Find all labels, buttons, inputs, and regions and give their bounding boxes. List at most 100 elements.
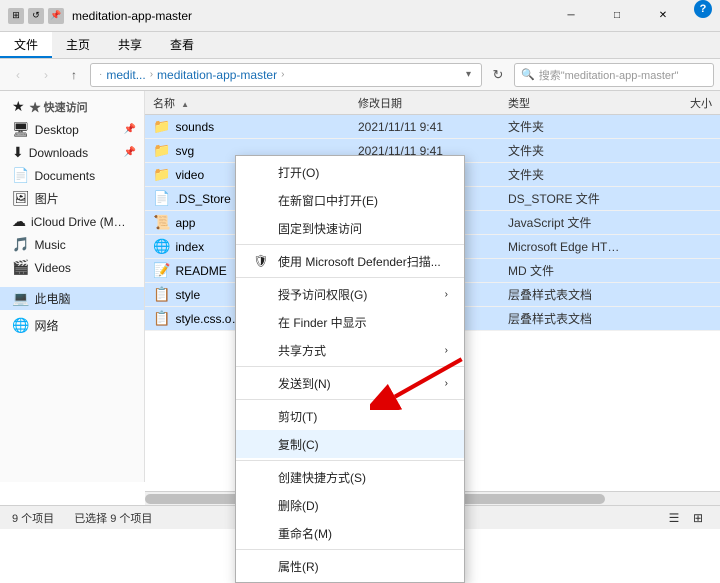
sidebar-item-network[interactable]: 🌐 网络 bbox=[0, 314, 144, 337]
col-date-header[interactable]: 修改日期 bbox=[350, 95, 500, 111]
file-type-video: 文件夹 bbox=[500, 166, 640, 183]
ctx-properties-label: 属性(R) bbox=[278, 558, 319, 575]
view-list-button[interactable]: ☰ bbox=[664, 508, 684, 528]
ctx-shortcut[interactable]: 创建快捷方式(S) bbox=[236, 463, 464, 491]
ctx-copy-label: 复制(C) bbox=[278, 436, 319, 453]
desktop-icon: 🖥 bbox=[12, 121, 30, 138]
sidebar-item-thispc[interactable]: 💻 此电脑 bbox=[0, 287, 144, 310]
ctx-pin[interactable]: 固定到快速访问 bbox=[236, 214, 464, 242]
table-row[interactable]: 📁 sounds 2021/11/11 9:41 文件夹 bbox=[145, 115, 720, 139]
ctx-open[interactable]: 打开(O) bbox=[236, 158, 464, 186]
help-icon[interactable]: ? bbox=[694, 0, 712, 18]
file-date-sounds: 2021/11/11 9:41 bbox=[350, 120, 500, 134]
ctx-shortcut-label: 创建快捷方式(S) bbox=[278, 469, 366, 486]
close-button[interactable]: ✕ bbox=[640, 0, 686, 32]
sidebar-label-desktop: Desktop bbox=[35, 123, 79, 137]
sidebar-item-documents[interactable]: 📄 Documents bbox=[0, 164, 144, 187]
sidebar-item-icloud[interactable]: ☁ iCloud Drive (M… bbox=[0, 210, 144, 233]
ctx-rename-label: 重命名(M) bbox=[278, 525, 332, 542]
ctx-open-new-label: 在新窗口中打开(E) bbox=[278, 192, 378, 209]
breadcrumb-sep-1: › bbox=[150, 69, 153, 80]
addressbar: ‹ › ↑ · medit... › meditation-app-master… bbox=[0, 59, 720, 91]
file-name-sounds: 📁 sounds bbox=[145, 118, 350, 135]
breadcrumb-sep-2: › bbox=[281, 69, 284, 80]
sidebar-item-pictures[interactable]: 🖼 图片 bbox=[0, 187, 144, 210]
ctx-finder[interactable]: 在 Finder 中显示 bbox=[236, 308, 464, 336]
sidebar-item-music[interactable]: 🎵 Music bbox=[0, 233, 144, 256]
col-name-header[interactable]: 名称 ▲ bbox=[145, 95, 350, 111]
sidebar-item-desktop[interactable]: 🖥 Desktop 📌 bbox=[0, 118, 144, 141]
breadcrumb-item-master[interactable]: meditation-app-master bbox=[157, 68, 277, 82]
access-arrow-icon: › bbox=[445, 289, 448, 300]
sidebar-label-music: Music bbox=[34, 238, 65, 252]
rename-icon bbox=[252, 524, 270, 542]
sidebar-label-network: 网络 bbox=[34, 317, 58, 334]
css-icon-2: 📋 bbox=[153, 310, 170, 327]
ribbon-tabs: 文件 主页 共享 查看 bbox=[0, 32, 720, 58]
star-icon: ★ bbox=[12, 98, 25, 115]
ctx-open-label: 打开(O) bbox=[278, 164, 319, 181]
file-type-svg: 文件夹 bbox=[500, 142, 640, 159]
md-icon: 📝 bbox=[153, 262, 170, 279]
downloads-icon: ⬇ bbox=[12, 144, 24, 161]
address-dropdown-icon[interactable]: ▾ bbox=[462, 69, 475, 80]
ctx-delete[interactable]: 删除(D) bbox=[236, 491, 464, 519]
pictures-icon: 🖼 bbox=[12, 190, 30, 207]
minimize-button[interactable]: ─ bbox=[548, 0, 594, 32]
documents-icon: 📄 bbox=[12, 167, 29, 184]
col-size-header[interactable]: 大小 bbox=[640, 95, 720, 111]
pin-icon: 📌 bbox=[48, 8, 64, 24]
quick-access-label: ★ 快速访问 bbox=[30, 99, 88, 115]
pin-icon-desktop: 📌 bbox=[124, 124, 136, 135]
quick-access-icon: ↺ bbox=[28, 8, 44, 24]
address-box[interactable]: · medit... › meditation-app-master › ▾ bbox=[90, 63, 482, 87]
js-icon: 📜 bbox=[153, 214, 170, 231]
sidebar-label-icloud: iCloud Drive (M… bbox=[31, 215, 126, 229]
search-icon: 🔍 bbox=[521, 68, 535, 81]
ctx-properties[interactable]: 属性(R) bbox=[236, 552, 464, 580]
sidebar-label-downloads: Downloads bbox=[29, 146, 88, 160]
folder-icon: 📁 bbox=[153, 142, 170, 159]
view-grid-button[interactable]: ⊞ bbox=[688, 508, 708, 528]
open-new-icon bbox=[252, 191, 270, 209]
ctx-finder-label: 在 Finder 中显示 bbox=[278, 314, 367, 331]
tab-share[interactable]: 共享 bbox=[104, 32, 156, 58]
music-icon: 🎵 bbox=[12, 236, 29, 253]
ctx-rename[interactable]: 重命名(M) bbox=[236, 519, 464, 547]
refresh-button[interactable]: ↻ bbox=[486, 63, 510, 87]
cut-icon bbox=[252, 407, 270, 425]
nav-forward-button[interactable]: › bbox=[34, 63, 58, 87]
sidebar-item-quick-access: ★ ★ 快速访问 bbox=[0, 95, 144, 118]
sort-chevron: ▲ bbox=[181, 100, 189, 109]
ctx-sep-6 bbox=[236, 549, 464, 550]
ribbon: 文件 主页 共享 查看 bbox=[0, 32, 720, 59]
nav-up-button[interactable]: ↑ bbox=[62, 63, 86, 87]
sidebar: ★ ★ 快速访问 🖥 Desktop 📌 ⬇ Downloads 📌 📄 Doc… bbox=[0, 91, 145, 482]
ctx-sep-2 bbox=[236, 277, 464, 278]
videos-icon: 🎬 bbox=[12, 259, 29, 276]
folder-icon: 📁 bbox=[153, 166, 170, 183]
col-type-header[interactable]: 类型 bbox=[500, 95, 640, 111]
ctx-cut-label: 剪切(T) bbox=[278, 408, 317, 425]
search-box[interactable]: 🔍 搜索"meditation-app-master" bbox=[514, 63, 714, 87]
ctx-access[interactable]: 授予访问权限(G) › bbox=[236, 280, 464, 308]
copy-icon bbox=[252, 435, 270, 453]
sidebar-item-downloads[interactable]: ⬇ Downloads 📌 bbox=[0, 141, 144, 164]
ctx-defender[interactable]: 🛡 使用 Microsoft Defender扫描... bbox=[236, 247, 464, 275]
statusbar-view-controls: ☰ ⊞ bbox=[664, 508, 708, 528]
file-type-readme: MD 文件 bbox=[500, 262, 640, 279]
tab-home[interactable]: 主页 bbox=[52, 32, 104, 58]
properties-icon bbox=[252, 557, 270, 575]
sidebar-item-videos[interactable]: 🎬 Videos bbox=[0, 256, 144, 279]
tab-view[interactable]: 查看 bbox=[156, 32, 208, 58]
nav-back-button[interactable]: ‹ bbox=[6, 63, 30, 87]
icloud-icon: ☁ bbox=[12, 213, 26, 230]
sidebar-label-thispc: 此电脑 bbox=[34, 290, 70, 307]
ctx-copy[interactable]: 复制(C) bbox=[236, 430, 464, 458]
ctx-open-new[interactable]: 在新窗口中打开(E) bbox=[236, 186, 464, 214]
breadcrumb: · medit... › meditation-app-master › bbox=[97, 68, 462, 82]
tab-file[interactable]: 文件 bbox=[0, 32, 52, 58]
maximize-button[interactable]: □ bbox=[594, 0, 640, 32]
ctx-defender-label: 使用 Microsoft Defender扫描... bbox=[278, 253, 441, 270]
breadcrumb-item-medit[interactable]: medit... bbox=[106, 68, 145, 82]
